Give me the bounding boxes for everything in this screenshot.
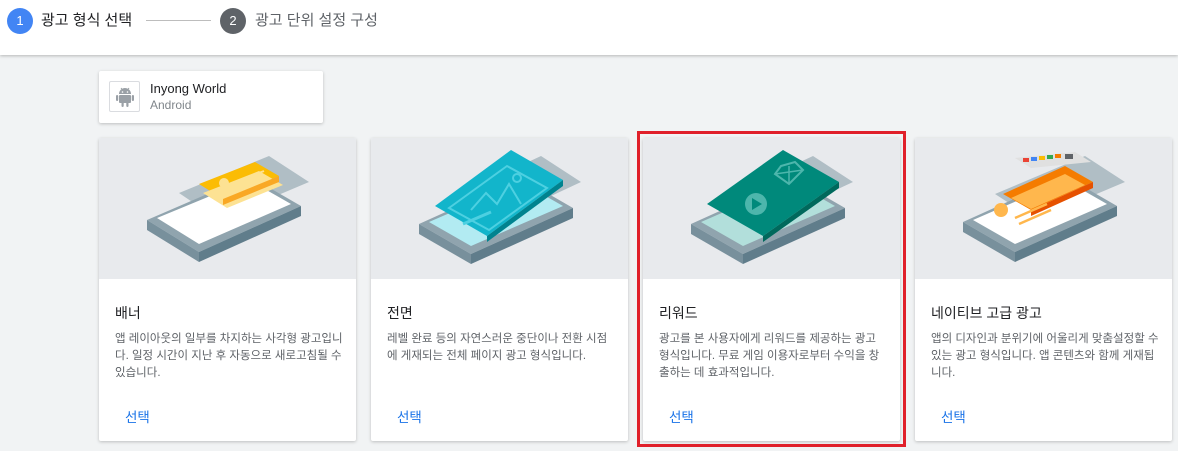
- native-advanced-illustration: [915, 138, 1172, 279]
- step-2-label[interactable]: 광고 단위 설정 구성: [255, 12, 378, 30]
- step-1-number: 1: [7, 8, 33, 34]
- android-icon: [109, 81, 140, 112]
- rewarded-illustration: [643, 138, 900, 279]
- step-1-label[interactable]: 광고 형식 선택: [41, 12, 132, 30]
- ad-format-card-rewarded[interactable]: 리워드 광고를 본 사용자에게 리워드를 제공하는 광고 형식입니다. 무료 게…: [643, 138, 900, 441]
- card-description: 레벨 완료 등의 자연스러운 중단이나 전환 시점에 게재되는 전체 페이지 광…: [387, 333, 608, 362]
- interstitial-illustration: [371, 138, 628, 279]
- card-description: 광고를 본 사용자에게 리워드를 제공하는 광고 형식입니다. 무료 게임 이용…: [659, 333, 880, 379]
- ad-format-card-banner[interactable]: 배너 앱 레이아웃의 일부를 차지하는 사각형 광고입니다. 일정 시간이 지난…: [99, 138, 356, 441]
- select-button[interactable]: 선택: [125, 406, 150, 426]
- select-button[interactable]: 선택: [941, 406, 966, 426]
- stepper: 1 광고 형식 선택 2 광고 단위 설정 구성: [0, 0, 1178, 55]
- card-description: 앱의 디자인과 분위기에 어울리게 맞춤설정할 수 있는 광고 형식입니다. 앱…: [931, 333, 1159, 379]
- card-description: 앱 레이아웃의 일부를 차지하는 사각형 광고입니다. 일정 시간이 지난 후 …: [115, 333, 343, 379]
- card-title: 네이티브 고급 광고: [931, 305, 1042, 321]
- card-title: 전면: [387, 305, 413, 321]
- card-title: 리워드: [659, 305, 698, 321]
- select-button[interactable]: 선택: [397, 406, 422, 426]
- ad-format-card-native-advanced[interactable]: 네이티브 고급 광고 앱의 디자인과 분위기에 어울리게 맞춤설정할 수 있는 …: [915, 138, 1172, 441]
- card-title: 배너: [115, 305, 141, 321]
- ad-format-card-interstitial[interactable]: 전면 레벨 완료 등의 자연스러운 중단이나 전환 시점에 게재되는 전체 페이…: [371, 138, 628, 441]
- banner-illustration: [99, 138, 356, 279]
- step-2-number: 2: [220, 8, 246, 34]
- selected-app-chip: Inyong World Android: [99, 71, 323, 123]
- step-connector: [146, 20, 211, 21]
- app-name: Inyong World: [150, 81, 227, 96]
- select-button[interactable]: 선택: [669, 406, 694, 426]
- app-platform: Android: [150, 98, 192, 112]
